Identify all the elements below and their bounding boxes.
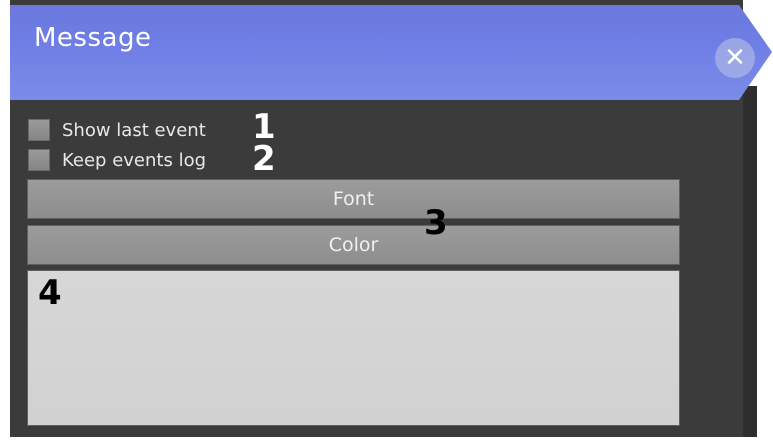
message-dialog: Message ✕ Show last event 1 Keep events …	[0, 0, 773, 443]
option-show-last-event[interactable]: Show last event	[28, 118, 206, 142]
dialog-side-strip	[743, 86, 757, 437]
callout-4: 4	[38, 273, 62, 313]
callout-2: 2	[252, 139, 276, 179]
font-button[interactable]: Font	[27, 179, 680, 219]
callout-3: 3	[424, 203, 448, 243]
dialog-header: Message ✕	[10, 5, 772, 100]
show-last-event-checkbox[interactable]	[28, 119, 50, 141]
color-button[interactable]: Color	[27, 225, 680, 265]
keep-events-log-label: Keep events log	[62, 149, 207, 171]
option-keep-events-log[interactable]: Keep events log	[28, 148, 206, 172]
dialog-title: Message	[34, 23, 152, 53]
show-last-event-label: Show last event	[62, 119, 206, 141]
keep-events-log-checkbox[interactable]	[28, 149, 50, 171]
message-text-area[interactable]	[27, 270, 680, 426]
close-icon[interactable]: ✕	[715, 38, 755, 78]
